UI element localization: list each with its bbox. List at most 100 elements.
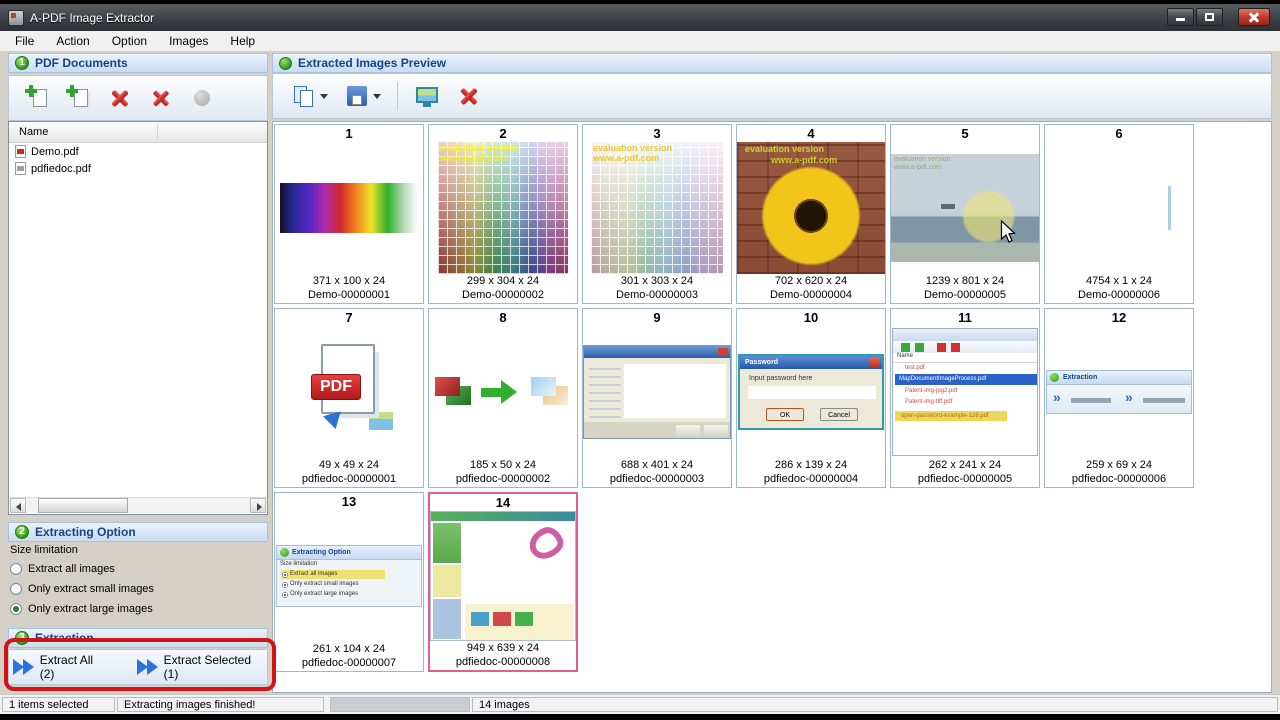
thumbnail-name: Demo-00000002 (462, 289, 544, 301)
thumbnail-dimensions: 1239 x 801 x 24 (925, 275, 1005, 287)
screen: A-PDF Image Extractor File Action Option Im… (0, 0, 1280, 720)
thumbnail-image: Name test.pdf MapDocumentImageProcess.pdf P… (892, 328, 1038, 456)
extract-button-label: Extract Selected (1) (163, 653, 252, 681)
thumbnail-number: 14 (495, 495, 511, 510)
thumbnail-dimensions: 299 x 304 x 24 (466, 275, 540, 287)
pdf-list-item[interactable]: pdfiedoc.pdf (9, 160, 267, 177)
remove-pdf-icon[interactable] (107, 85, 133, 111)
thumbnail-name: Demo-00000001 (308, 289, 390, 301)
fast-forward-icon (13, 659, 34, 675)
thumbnail-dimensions: 286 x 139 x 24 (774, 459, 848, 471)
radio-button[interactable] (10, 583, 22, 595)
copy-image-icon-group[interactable] (291, 83, 328, 109)
thumbnail-overlay-text: Patent-img-tiff.pdf (905, 399, 953, 405)
pdf-documents-header: 1 PDF Documents (8, 53, 268, 73)
list-column-header[interactable]: Name (9, 122, 267, 143)
pdf-document-list[interactable]: Name Demo.pdf pdfiedoc.pdf (8, 121, 268, 515)
step-3-icon: 3 (15, 631, 29, 645)
menu-item-images[interactable]: Images (158, 32, 219, 50)
pdf-file-name: Demo.pdf (31, 145, 79, 158)
thumbnail-overlay-text: Size limitation (280, 561, 318, 567)
preview-image-icon[interactable] (414, 83, 440, 109)
app-window: A-PDF Image Extractor File Action Option Im… (0, 4, 1280, 714)
thumbnail-name: pdfiedoc-00000003 (609, 473, 705, 485)
thumbnail-image (433, 372, 573, 412)
thumbnail-number: 2 (499, 126, 507, 141)
menu-item-option[interactable]: Option (101, 32, 158, 50)
thumbnail-cell[interactable]: 14 949 x 639 x 24 pdfiedoc-00000008 (428, 492, 578, 672)
thumbnail-image: evaluation version www.a-pdf.com (737, 142, 885, 274)
thumbnail-overlay-text: Extract all images (290, 571, 338, 577)
delete-image-icon-group[interactable] (456, 83, 482, 109)
status-progress-bar (330, 697, 470, 712)
minimize-button[interactable] (1167, 8, 1194, 26)
thumbnail-cell[interactable]: 3 evaluation version www.a-pdf.com 301 x 30… (582, 124, 732, 304)
radio-label: Only extract large images (28, 603, 153, 615)
size-option-row[interactable]: Only extract small images (10, 579, 266, 599)
extract-button[interactable]: Extract All (2) (9, 650, 111, 684)
scroll-left-button[interactable] (10, 498, 26, 513)
pdf-list-item[interactable]: Demo.pdf (9, 143, 267, 160)
thumbnail-number: 11 (958, 310, 972, 325)
copy-image-icon[interactable] (291, 83, 317, 109)
scrollbar-thumb[interactable] (38, 498, 128, 513)
thumbnail-name: Demo-00000006 (1078, 289, 1160, 301)
close-button[interactable] (1238, 8, 1270, 26)
thumbnail-overlay-text: » (1125, 389, 1133, 405)
thumbnail-image: evaluation version www.a-pdf.com (438, 142, 568, 274)
size-option-row[interactable]: Extract all images (10, 559, 266, 579)
thumbnail-cell[interactable]: 4 evaluation version www.a-pdf.com 702 x 62… (736, 124, 886, 304)
scroll-right-button[interactable] (250, 498, 266, 513)
add-pdf-icon[interactable] (25, 85, 51, 111)
preview-image-icon-group[interactable] (414, 83, 440, 109)
thumbnail-cell[interactable]: 1 371 x 100 x 24 Demo-00000001 (274, 124, 424, 304)
thumbnail-cell[interactable]: 2 evaluation version www.a-pdf.com 299 x 30… (428, 124, 578, 304)
thumbnail-number: 12 (1111, 310, 1127, 325)
thumbnail-number: 7 (345, 310, 353, 325)
move-disabled-icon[interactable] (189, 85, 215, 111)
thumbnail-overlay-text: Password (745, 359, 779, 366)
save-image-icon[interactable] (344, 83, 370, 109)
thumbnail-dimensions: 949 x 639 x 24 (466, 642, 540, 654)
thumbnail-cell[interactable]: 8 185 x 50 x 24 pdfiedoc-00000002 (428, 308, 578, 488)
thumbnail-cell[interactable]: 10 Password Input password here OK Cancel 286… (736, 308, 886, 488)
thumbnail-name: Demo-00000004 (770, 289, 852, 301)
thumbnail-cell[interactable]: 9 688 x 401 x 24 pdfiedoc-00000003 (582, 308, 732, 488)
thumbnail-image: evaluation version www.a-pdf.com (891, 154, 1039, 262)
dropdown-arrow-icon[interactable] (320, 93, 328, 99)
radio-button[interactable] (10, 563, 22, 575)
thumbnail-dimensions: 185 x 50 x 24 (469, 459, 537, 471)
thumbnail-cell[interactable]: 11 Name test.pdf MapDocumentImageProcess.pd… (890, 308, 1040, 488)
preview-title: Extracted Images Preview (298, 56, 447, 70)
extraction-header: 3 Extraction (8, 628, 268, 648)
thumbnail-name: Demo-00000005 (924, 289, 1006, 301)
save-image-icon-group[interactable] (344, 83, 381, 109)
thumbnail-image (1049, 164, 1189, 252)
menu-item-file[interactable]: File (4, 32, 45, 50)
thumbnail-overlay-text: evaluation version (745, 144, 825, 154)
thumbnail-dimensions: 262 x 241 x 24 (928, 459, 1002, 471)
thumbnail-cell[interactable]: 7 PDF 49 x 49 x 24 pdfiedoc-00000001 (274, 308, 424, 488)
extracting-option-title: Extracting Option (35, 525, 136, 539)
thumbnail-cell[interactable]: 6 4754 x 1 x 24 Demo-00000006 (1044, 124, 1194, 304)
size-option-row[interactable]: Only extract large images (10, 599, 266, 619)
titlebar[interactable]: A-PDF Image Extractor (0, 5, 1280, 32)
maximize-button[interactable] (1196, 8, 1223, 26)
thumbnail-dimensions: 702 x 620 x 24 (774, 275, 848, 287)
dropdown-arrow-icon[interactable] (373, 93, 381, 99)
thumbnail-cell[interactable]: 13 Extracting Option Size limitation Extrac… (274, 492, 424, 672)
remove-all-pdf-icon[interactable] (149, 86, 174, 111)
thumbnail-cell[interactable]: 12 Extraction » » 259 x 69 x 24 pdfiedoc-0000… (1044, 308, 1194, 488)
radio-button[interactable] (10, 603, 22, 615)
add-pdf-batch-icon[interactable] (66, 85, 92, 111)
thumbnail-overlay-text: OK (766, 408, 804, 421)
menu-item-action[interactable]: Action (45, 32, 100, 50)
menu-item-help[interactable]: Help (219, 32, 266, 50)
thumbnail-dimensions: 261 x 104 x 24 (312, 643, 386, 655)
horizontal-scrollbar[interactable] (10, 497, 266, 513)
extract-button-label: Extract All (2) (39, 653, 94, 681)
thumbnail-overlay-text: Cancel (820, 408, 858, 421)
extract-button[interactable]: Extract Selected (1) (133, 650, 267, 684)
delete-image-icon[interactable] (456, 83, 482, 109)
thumbnail-cell[interactable]: 5 evaluation version www.a-pdf.com 1239 x 8… (890, 124, 1040, 304)
